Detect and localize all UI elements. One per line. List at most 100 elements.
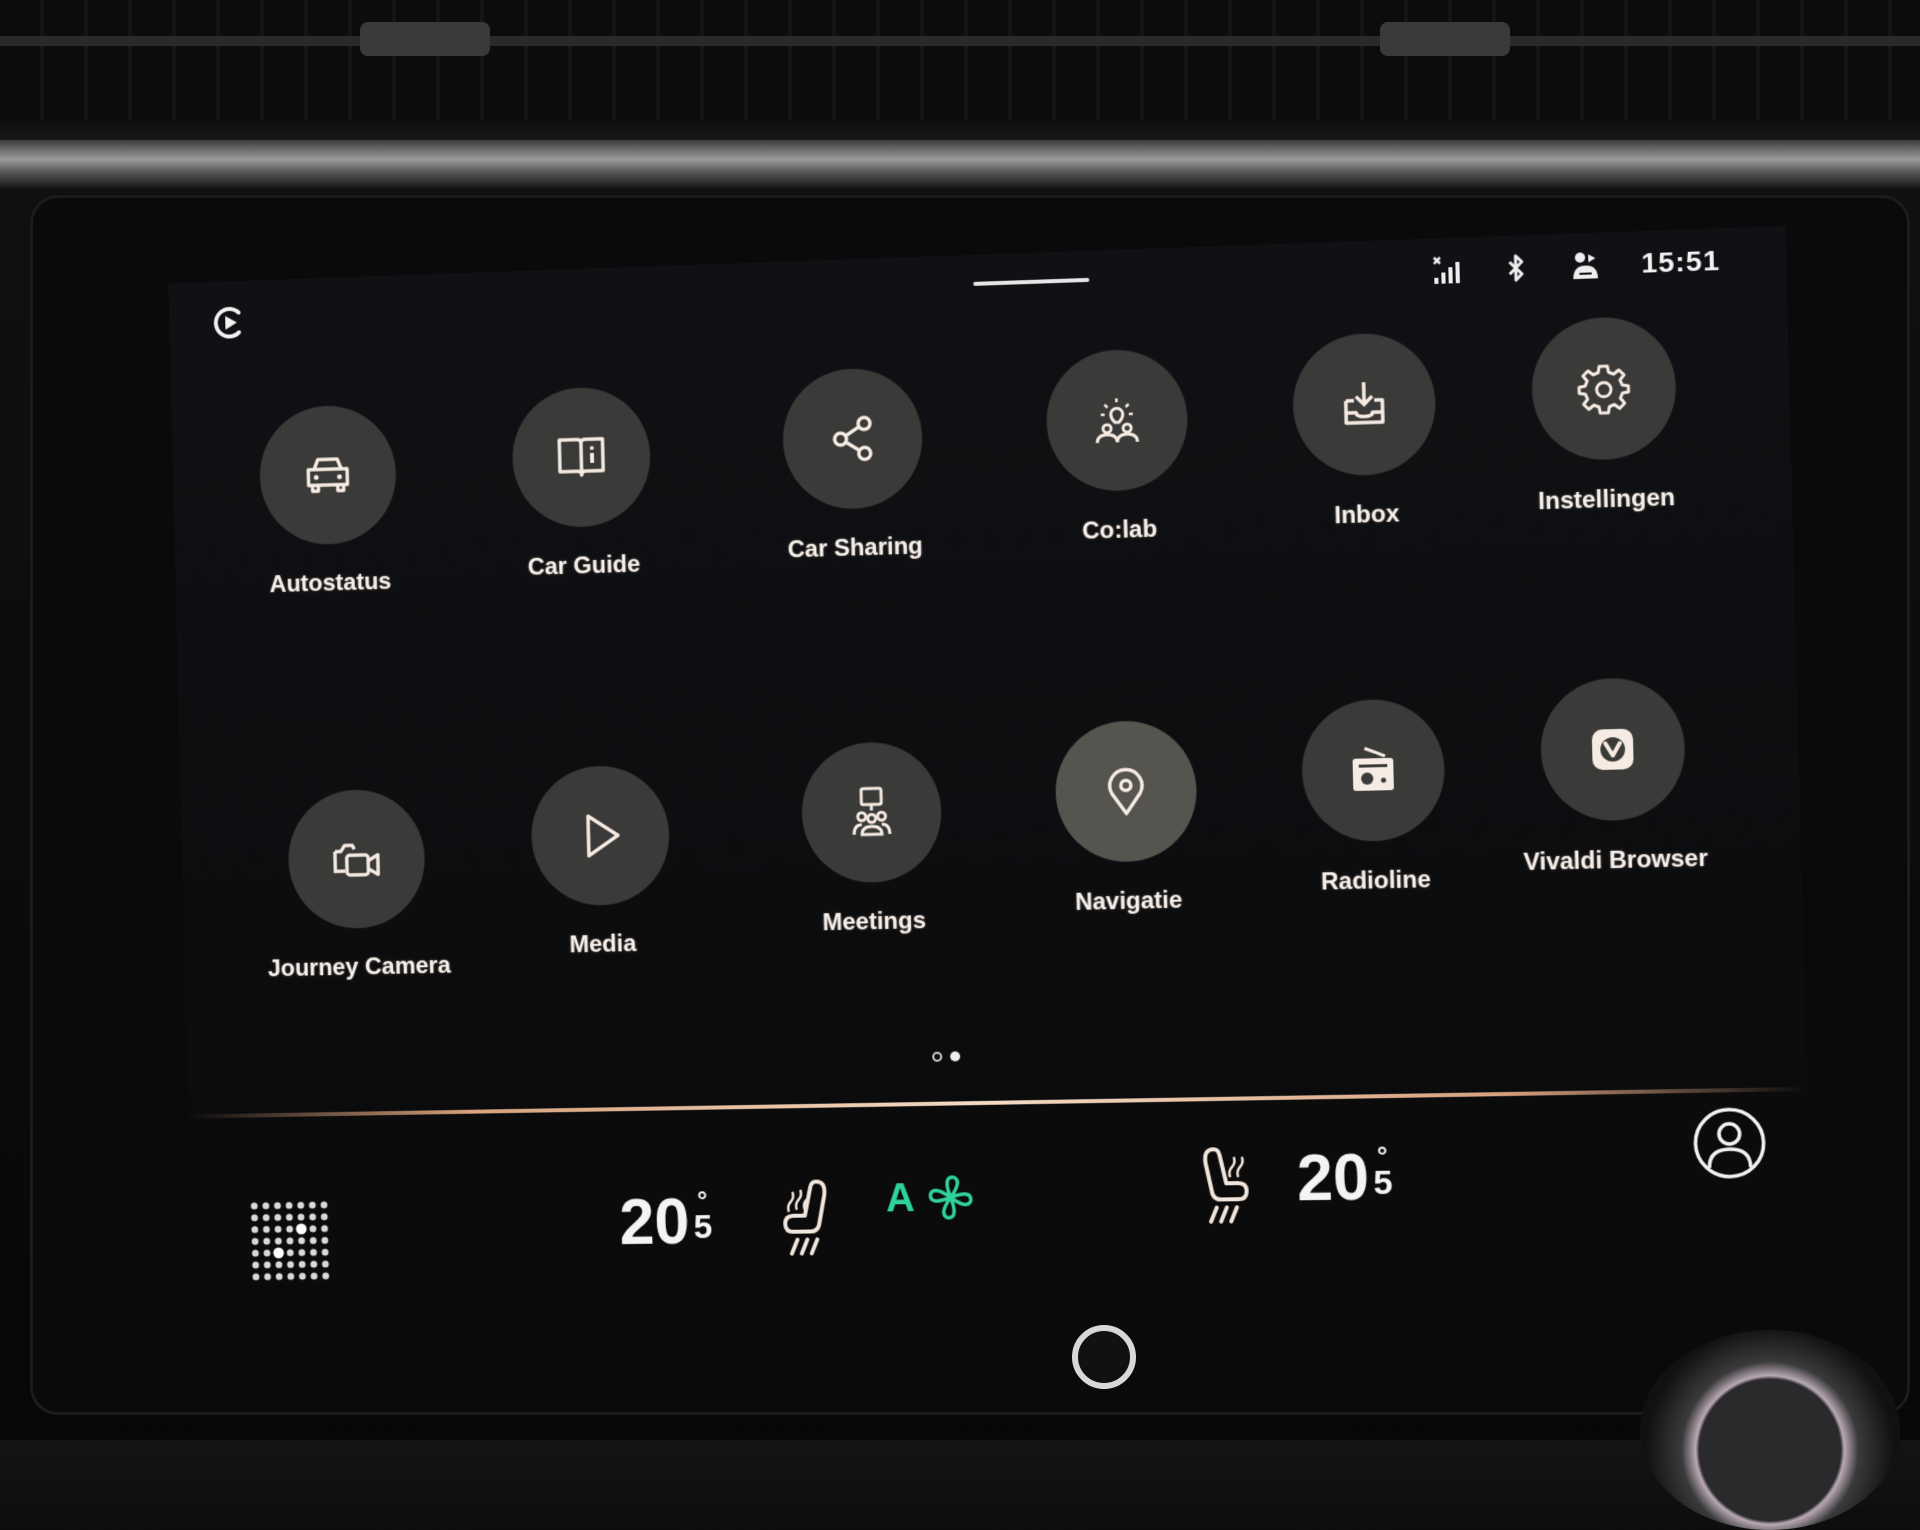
launcher-dot xyxy=(309,1213,317,1221)
app-label: Inbox xyxy=(1334,500,1400,530)
book-info-icon xyxy=(553,429,609,486)
launcher-dot xyxy=(251,1214,259,1222)
launcher-dot xyxy=(252,1261,260,1269)
gear-icon xyxy=(1574,359,1633,418)
launcher-dot xyxy=(310,1248,317,1256)
launcher-dot xyxy=(263,1237,271,1245)
launcher-dot xyxy=(274,1225,282,1233)
launcher-dot xyxy=(310,1272,318,1280)
launcher-dot xyxy=(321,1260,329,1268)
car-icon xyxy=(300,447,356,504)
launcher-dot xyxy=(320,1201,328,1209)
infotainment-screen: 15:51 Autostatus Car Guide Car Sharing C… xyxy=(168,225,1812,1286)
app-car-guide[interactable]: Car Guide xyxy=(462,384,702,584)
driver-temperature[interactable]: 20 ° 5 xyxy=(618,1185,713,1259)
temp-whole: 20 xyxy=(618,1185,691,1259)
launcher-dot xyxy=(275,1273,283,1281)
location-pin-icon xyxy=(1097,763,1155,821)
launcher-dot xyxy=(309,1225,317,1233)
launcher-dot xyxy=(322,1272,330,1280)
page-dot-2-active[interactable] xyxy=(950,1051,961,1062)
launcher-dot xyxy=(287,1272,295,1280)
vent-clip xyxy=(1380,22,1510,56)
launcher-dot xyxy=(286,1249,294,1257)
launcher-dot xyxy=(308,1201,316,1209)
launcher-dot xyxy=(321,1236,329,1244)
app-label: Media xyxy=(569,930,637,959)
launcher-dot xyxy=(295,1223,307,1235)
temp-decimal: 5 xyxy=(693,1208,713,1247)
heated-seat-right-icon[interactable] xyxy=(1195,1143,1256,1228)
signal-strength-icon xyxy=(1432,255,1461,284)
launcher-dot xyxy=(285,1213,293,1221)
page-indicator xyxy=(932,1051,961,1062)
app-label: Autostatus xyxy=(269,567,392,599)
volume-knob[interactable] xyxy=(1640,1330,1900,1530)
launcher-dot xyxy=(274,1202,281,1210)
app-instellingen[interactable]: Instellingen xyxy=(1479,314,1730,518)
share-icon xyxy=(824,410,881,468)
launcher-dot xyxy=(263,1261,271,1269)
temp-whole: 20 xyxy=(1296,1140,1371,1215)
camera-video-icon xyxy=(329,831,385,887)
lightbulb-people-icon xyxy=(1088,391,1146,449)
app-label: Car Guide xyxy=(527,550,641,581)
launcher-dot xyxy=(262,1214,270,1222)
user-profile-icon[interactable] xyxy=(1692,1106,1768,1180)
launcher-dot xyxy=(286,1237,294,1245)
fan-mode-label: A xyxy=(885,1175,916,1220)
launcher-dot xyxy=(298,1237,306,1245)
launcher-dot xyxy=(297,1201,305,1209)
app-vivaldi-browser[interactable]: Vivaldi Browser xyxy=(1488,675,1739,878)
radio-icon xyxy=(1352,741,1394,792)
launcher-dot xyxy=(286,1225,294,1233)
launcher-dot xyxy=(251,1237,259,1245)
clock: 15:51 xyxy=(1640,244,1721,279)
inbox-download-icon xyxy=(1335,375,1393,433)
launcher-dot xyxy=(264,1273,272,1281)
climate-bar: 20 ° 5 A 20 ° 5 xyxy=(188,1092,1812,1286)
play-icon xyxy=(572,807,628,864)
app-journey-camera[interactable]: Journey Camera xyxy=(239,787,477,984)
app-navigatie[interactable]: Navigatie xyxy=(1004,718,1250,918)
drag-handle[interactable] xyxy=(973,277,1090,286)
launcher-dot xyxy=(252,1273,260,1281)
app-radioline[interactable]: Radioline xyxy=(1250,697,1499,898)
app-car-sharing[interactable]: Car Sharing xyxy=(732,365,975,566)
heated-seat-left-icon[interactable] xyxy=(776,1175,836,1260)
app-autostatus[interactable]: Autostatus xyxy=(210,402,447,600)
app-label: Journey Camera xyxy=(267,951,451,983)
launcher-dot xyxy=(274,1213,282,1221)
launcher-dot xyxy=(309,1237,317,1245)
app-meetings[interactable]: Meetings xyxy=(751,740,994,939)
fan-auto-control[interactable]: A xyxy=(885,1171,977,1224)
app-label: Meetings xyxy=(822,907,927,937)
app-colab[interactable]: Co:lab xyxy=(995,346,1241,548)
app-media[interactable]: Media xyxy=(481,763,721,961)
media-player-icon[interactable] xyxy=(209,302,249,343)
app-label: Vivaldi Browser xyxy=(1523,844,1709,877)
launcher-dot xyxy=(321,1225,329,1233)
app-label: Car Sharing xyxy=(787,532,924,564)
launcher-dot xyxy=(250,1202,258,1210)
launcher-dot xyxy=(262,1202,270,1210)
app-label: Instellingen xyxy=(1537,483,1676,516)
app-label: Co:lab xyxy=(1081,515,1158,545)
app-label: Navigatie xyxy=(1074,886,1183,916)
passenger-temperature[interactable]: 20 ° 5 xyxy=(1296,1140,1393,1215)
vent-clip xyxy=(360,22,490,56)
launcher-dot xyxy=(285,1201,293,1209)
fan-icon xyxy=(924,1171,977,1224)
app-launcher-grid-icon[interactable] xyxy=(244,1195,335,1286)
page-dot-1[interactable] xyxy=(932,1051,943,1062)
launcher-dot xyxy=(298,1260,306,1268)
dashboard-air-vent xyxy=(0,0,1920,120)
launcher-dot xyxy=(251,1226,259,1234)
app-grid: Autostatus Car Guide Car Sharing Co:lab … xyxy=(210,315,1763,1020)
app-inbox[interactable]: Inbox xyxy=(1241,330,1490,533)
launcher-dot xyxy=(287,1261,294,1269)
physical-home-button[interactable] xyxy=(1072,1325,1136,1389)
chrome-trim xyxy=(0,140,1920,188)
app-label: Radioline xyxy=(1320,865,1432,896)
vent-rail xyxy=(0,36,1920,46)
